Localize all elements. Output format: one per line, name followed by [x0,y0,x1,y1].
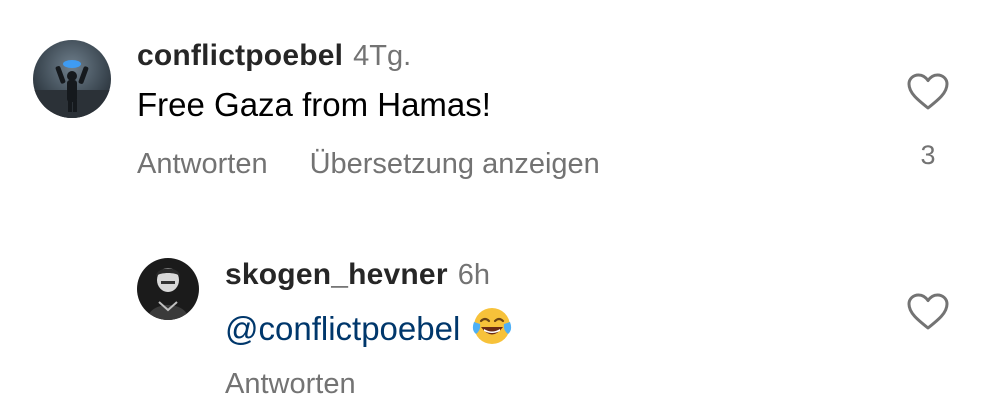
comment-actions: Antworten Übersetzung anzeigen [137,150,600,179]
like-count: 3 [920,140,936,170]
timestamp: 4Tg. [353,40,412,72]
comment: conflictpoebel 4Tg. Free Gaza from Hamas!… [0,0,1000,210]
avatar-photo [33,40,111,118]
mention-link[interactable]: @conflictpoebel [225,310,460,347]
reply-button[interactable]: Antworten [137,148,268,180]
username[interactable]: skogen_hevner [225,258,448,291]
avatar[interactable] [33,40,111,118]
username[interactable]: conflictpoebel [137,39,343,72]
comment-actions: Antworten [225,370,356,399]
comment-header: skogen_hevner 6h [225,260,490,290]
reply-comment: skogen_hevner 6h @conflictpoebel Antworte… [0,230,1000,416]
heart-outline-icon[interactable] [906,292,950,332]
heart-outline-icon[interactable] [906,72,950,112]
comment-header: conflictpoebel 4Tg. [137,41,411,71]
timestamp: 6h [457,259,490,291]
avatar[interactable] [137,258,199,320]
show-translation-button[interactable]: Übersetzung anzeigen [310,148,600,180]
comment-text: @conflictpoebel [225,306,512,351]
comment-text: Free Gaza from Hamas! [137,86,491,123]
avatar-photo [137,258,199,320]
reply-button[interactable]: Antworten [225,368,356,400]
tears-of-joy-emoji [472,306,512,351]
